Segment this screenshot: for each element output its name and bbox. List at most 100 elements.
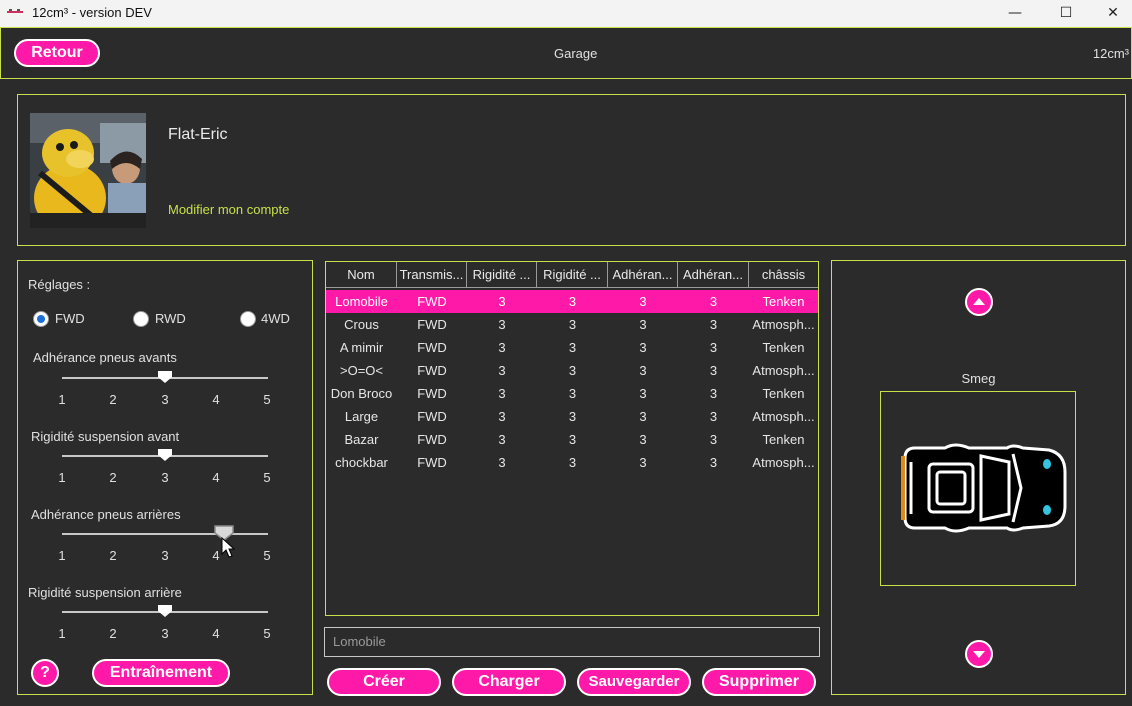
edit-account-link[interactable]: Modifier mon compte	[168, 202, 289, 217]
cell-transmission: FWD	[417, 386, 447, 401]
cell-name: Don Broco	[330, 386, 393, 401]
cell-rear-grip: 3	[709, 340, 718, 355]
table-row[interactable]: Don Broco FWD 3 3 3 3 Tenken	[326, 382, 818, 405]
slider-label-front-grip: Adhérance pneus avants	[33, 350, 177, 365]
top-bar: Retour Garage 12cm³	[0, 27, 1132, 79]
tick: 3	[161, 626, 169, 641]
cell-transmission: FWD	[417, 432, 447, 447]
table-row[interactable]: Lomobile FWD 3 3 3 3 Tenken	[326, 290, 818, 313]
cell-transmission: FWD	[417, 340, 447, 355]
table-row[interactable]: A mimir FWD 3 3 3 3 Tenken	[326, 336, 818, 359]
column-header-rear-suspension[interactable]: Rigidité ...	[537, 262, 608, 288]
cell-rear-suspension: 3	[568, 317, 577, 332]
column-header-front-grip[interactable]: Adhéran...	[608, 262, 678, 288]
maximize-button[interactable]: ☐	[1043, 0, 1089, 27]
tick: 1	[58, 548, 66, 563]
tick: 3	[161, 548, 169, 563]
delete-button[interactable]: Supprimer	[702, 668, 816, 696]
radio-rwd[interactable]	[133, 311, 149, 327]
cell-front-grip: 3	[639, 409, 647, 424]
create-button[interactable]: Créer	[327, 668, 441, 696]
column-header-name[interactable]: Nom	[326, 262, 397, 288]
cell-front-suspension: 3	[498, 340, 506, 355]
cell-front-grip: 3	[639, 294, 647, 309]
cell-rear-suspension: 3	[568, 294, 577, 309]
car-top-view-icon	[901, 443, 1067, 533]
cell-front-grip: 3	[639, 317, 647, 332]
name-input[interactable]: Lomobile	[324, 627, 820, 657]
tick: 2	[109, 392, 117, 407]
minimize-icon: —	[1008, 5, 1022, 21]
slider-rear-grip[interactable]	[62, 533, 268, 535]
cell-name: Crous	[344, 317, 379, 332]
cell-rear-grip: 3	[709, 386, 718, 401]
cell-transmission: FWD	[417, 363, 447, 378]
slider-thumb-rear-suspension[interactable]	[158, 605, 172, 617]
table-row[interactable]: Crous FWD 3 3 3 3 Atmosph...	[326, 313, 818, 336]
help-button[interactable]: ?	[31, 659, 59, 687]
tick: 3	[161, 470, 169, 485]
table-row[interactable]: Large FWD 3 3 3 3 Atmosph...	[326, 405, 818, 428]
column-header-transmission[interactable]: Transmis...	[397, 262, 467, 288]
cell-name: Bazar	[344, 432, 379, 447]
table-row[interactable]: chockbar FWD 3 3 3 3 Atmosph...	[326, 451, 818, 474]
next-chassis-button[interactable]	[965, 640, 993, 668]
tick: 5	[263, 392, 271, 407]
cell-transmission: FWD	[417, 409, 447, 424]
tick: 4	[212, 548, 220, 563]
cell-rear-grip: 3	[709, 409, 718, 424]
username: Flat-Eric	[168, 126, 228, 143]
window-titlebar: 12cm³ - version DEV — ☐ ✕	[0, 0, 1132, 27]
settings-panel: Réglages : FWD RWD 4WD Adhérance pneus a…	[17, 260, 313, 695]
cell-rear-suspension: 3	[568, 432, 577, 447]
slider-thumb-front-suspension[interactable]	[158, 449, 172, 461]
cell-rear-grip: 3	[709, 294, 718, 309]
previous-chassis-button[interactable]	[965, 288, 993, 316]
maximize-icon: ☐	[1059, 5, 1073, 21]
tick: 1	[58, 626, 66, 641]
slider-label-rear-grip: Adhérance pneus arrières	[31, 507, 181, 522]
cell-front-grip: 3	[639, 455, 647, 470]
cell-front-suspension: 3	[498, 317, 506, 332]
cell-rear-grip: 3	[709, 317, 718, 332]
tick: 5	[263, 470, 271, 485]
column-header-chassis[interactable]: châssis	[749, 262, 818, 288]
table-row[interactable]: Bazar FWD 3 3 3 3 Tenken	[326, 428, 818, 451]
cell-chassis: Atmosph...	[752, 409, 815, 424]
cell-front-suspension: 3	[498, 455, 506, 470]
slider-label-rear-suspension: Rigidité suspension arrière	[28, 585, 182, 600]
tick: 2	[109, 470, 117, 485]
close-icon: ✕	[1107, 5, 1119, 21]
load-button[interactable]: Charger	[452, 668, 566, 696]
slider-thumb-front-grip[interactable]	[158, 371, 172, 383]
column-header-front-suspension[interactable]: Rigidité ...	[467, 262, 537, 288]
back-button[interactable]: Retour	[14, 39, 100, 67]
chevron-up-icon	[973, 298, 985, 305]
radio-4wd[interactable]	[240, 311, 256, 327]
table-header: Nom Transmis... Rigidité ... Rigidité ..…	[326, 262, 818, 288]
cell-chassis: Tenken	[762, 340, 805, 355]
drive-label-4wd: 4WD	[261, 311, 290, 326]
cell-front-grip: 3	[639, 340, 647, 355]
cell-front-suspension: 3	[498, 409, 506, 424]
table-row[interactable]: >O=O< FWD 3 3 3 3 Atmosph...	[326, 359, 818, 382]
close-button[interactable]: ✕	[1094, 0, 1132, 27]
radio-fwd[interactable]	[33, 311, 49, 327]
tick: 2	[109, 626, 117, 641]
car-table: Nom Transmis... Rigidité ... Rigidité ..…	[325, 261, 819, 616]
cell-transmission: FWD	[417, 317, 447, 332]
cell-name: Large	[344, 409, 379, 424]
drive-label-rwd: RWD	[155, 311, 186, 326]
training-button[interactable]: Entraînement	[92, 659, 230, 687]
minimize-button[interactable]: —	[992, 0, 1038, 27]
cell-front-suspension: 3	[498, 363, 506, 378]
cell-name: chockbar	[335, 455, 388, 470]
cell-front-suspension: 3	[498, 294, 506, 309]
cell-chassis: Tenken	[762, 386, 805, 401]
column-header-rear-grip[interactable]: Adhéran...	[678, 262, 749, 288]
tick: 1	[58, 470, 66, 485]
cell-chassis: Atmosph...	[752, 455, 815, 470]
cell-name: Lomobile	[335, 294, 388, 309]
tick: 4	[212, 470, 220, 485]
save-button[interactable]: Sauvegarder	[577, 668, 691, 696]
